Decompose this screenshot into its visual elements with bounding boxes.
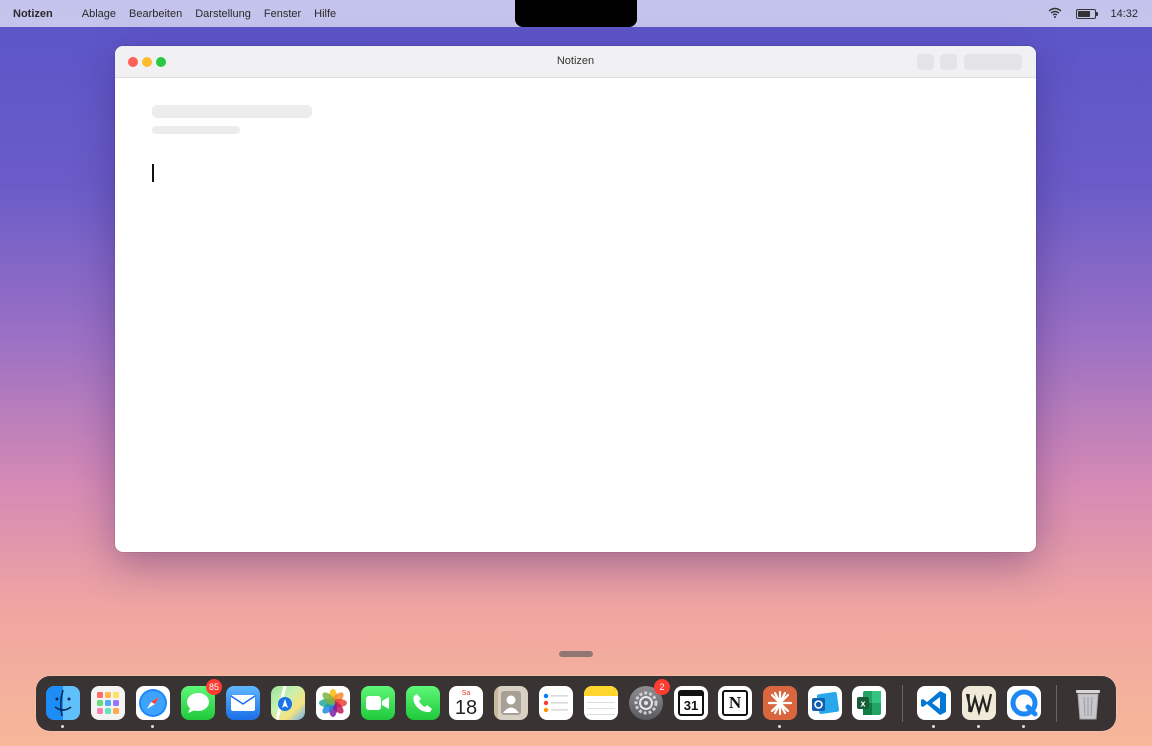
minimize-button[interactable]	[142, 57, 152, 67]
zoom-button[interactable]	[156, 57, 166, 67]
trash-icon[interactable]	[1071, 686, 1105, 720]
running-indicator	[151, 725, 154, 728]
running-indicator	[977, 725, 980, 728]
menu-app-name[interactable]: Notizen	[13, 8, 53, 20]
facetime-icon[interactable]	[361, 686, 395, 720]
note-body-editor[interactable]	[145, 156, 1005, 536]
running-indicator	[61, 725, 64, 728]
note-date-placeholder	[152, 126, 240, 134]
close-button[interactable]	[128, 57, 138, 67]
calendar-31-icon[interactable]: 31	[674, 686, 708, 720]
safari-icon[interactable]	[136, 686, 170, 720]
svg-text:x: x	[860, 699, 865, 709]
note-title-placeholder	[152, 105, 312, 118]
messages-icon[interactable]: 85	[181, 679, 222, 720]
calendar-icon[interactable]: Sa 18	[449, 686, 483, 720]
menu-fenster[interactable]: Fenster	[264, 8, 301, 20]
clock[interactable]: 14:32	[1110, 8, 1138, 20]
notion-icon[interactable]: N	[718, 686, 752, 720]
messages-badge: 85	[206, 679, 222, 695]
wifi-icon[interactable]	[1048, 7, 1062, 21]
calendar-day: 18	[454, 697, 478, 719]
window-title: Notizen	[556, 55, 595, 67]
contacts-icon[interactable]	[494, 686, 528, 720]
window-titlebar[interactable]: Notizen	[115, 46, 1036, 78]
toolbar-search-placeholder[interactable]	[964, 54, 1022, 70]
dock-separator	[1056, 685, 1057, 722]
menu-hilfe[interactable]: Hilfe	[314, 8, 336, 20]
calendar-31-label: 31	[678, 690, 704, 716]
battery-icon[interactable]	[1076, 8, 1099, 19]
camera-notch	[515, 0, 637, 27]
text-cursor	[152, 164, 154, 182]
phone-icon[interactable]	[406, 686, 440, 720]
qspace-icon[interactable]	[1007, 686, 1041, 720]
settings-badge: 2	[654, 679, 670, 695]
photos-icon[interactable]	[316, 686, 350, 720]
maps-icon[interactable]	[271, 686, 305, 720]
claude-icon[interactable]	[763, 686, 797, 720]
menu-ablage[interactable]: Ablage	[82, 8, 116, 20]
notion-label: N	[722, 690, 748, 716]
writer-icon[interactable]	[962, 686, 996, 720]
system-settings-icon[interactable]: 2	[629, 679, 670, 720]
toolbar-button[interactable]	[917, 54, 934, 70]
dock-separator	[902, 685, 903, 722]
dock-handle[interactable]	[559, 651, 593, 657]
status-area: 14:32	[1048, 0, 1138, 27]
menu-darstellung[interactable]: Darstellung	[195, 8, 251, 20]
vscode-icon[interactable]	[917, 686, 951, 720]
running-indicator	[778, 725, 781, 728]
mail-icon[interactable]	[226, 686, 260, 720]
menu-bearbeiten[interactable]: Bearbeiten	[129, 8, 182, 20]
notes-icon[interactable]	[584, 686, 618, 720]
reminders-icon[interactable]	[539, 686, 573, 720]
toolbar-button[interactable]	[940, 54, 957, 70]
running-indicator	[1022, 725, 1025, 728]
running-indicator	[932, 725, 935, 728]
launchpad-icon[interactable]	[91, 686, 125, 720]
notes-window: Notizen	[115, 46, 1036, 552]
dock: 85 Sa 18 2 31 N x	[36, 676, 1116, 731]
excel-icon[interactable]: x	[852, 686, 886, 720]
finder-icon[interactable]	[46, 686, 80, 720]
outlook-icon[interactable]	[808, 686, 842, 720]
